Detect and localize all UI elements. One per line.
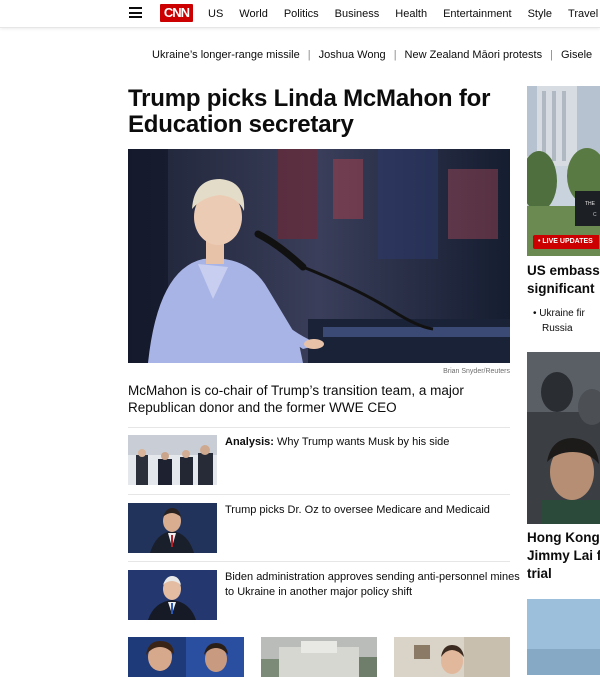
- thumbnail-image: [261, 637, 377, 677]
- headline-line: US embass: [527, 263, 600, 278]
- lead-subheadline[interactable]: McMahon is co-chair of Trump’s transitio…: [128, 382, 510, 416]
- sign-text: THE: [585, 201, 596, 207]
- ticker-separator: |: [550, 49, 553, 61]
- nav-link-world[interactable]: World: [239, 8, 268, 20]
- photo-credit: Brian Snyder/Reuters: [443, 368, 510, 375]
- story-title: Biden administration approves sending an…: [225, 571, 520, 598]
- thumbnail-image: [128, 503, 217, 553]
- divider: [128, 494, 510, 495]
- ticker-item[interactable]: Joshua Wong: [319, 49, 386, 61]
- live-updates-badge: • LIVE UPDATES: [533, 235, 599, 249]
- story-title: Why Trump wants Musk by his side: [276, 436, 450, 448]
- ticker-item[interactable]: Ukraine’s longer-range missile: [152, 49, 300, 61]
- right-story-headline[interactable]: US embass significant: [527, 262, 600, 298]
- nav-link-entertainment[interactable]: Entertainment: [443, 8, 511, 20]
- sign-text: C: [593, 212, 597, 218]
- nav-link-politics[interactable]: Politics: [284, 8, 319, 20]
- nav-link-travel[interactable]: Travel: [568, 8, 598, 20]
- right-story-headline[interactable]: Hong Kong Jimmy Lai f trial: [527, 529, 600, 583]
- thumbnail-image: [527, 352, 600, 524]
- bottom-story-thumbnail[interactable]: [261, 637, 377, 677]
- section-links: US World Politics Business Health Entert…: [208, 0, 600, 27]
- headline-line: significant: [527, 281, 595, 296]
- ticker-item[interactable]: New Zealand Māori protests: [405, 49, 543, 61]
- story-title: Trump picks Dr. Oz to oversee Medicare a…: [225, 504, 490, 516]
- hamburger-menu-icon[interactable]: [129, 7, 142, 18]
- story-headline[interactable]: Trump picks Dr. Oz to oversee Medicare a…: [225, 503, 521, 518]
- bullet-line: Russia: [542, 323, 573, 334]
- story-headline[interactable]: Biden administration approves sending an…: [225, 570, 521, 600]
- thumbnail-image: [394, 637, 510, 677]
- nav-link-style[interactable]: Style: [528, 8, 552, 20]
- ticker-separator: |: [307, 49, 311, 61]
- thumbnail-image: [128, 435, 217, 485]
- thumbnail-image: THE C: [527, 86, 600, 256]
- bottom-story-thumbnail[interactable]: [394, 637, 510, 677]
- right-story-image[interactable]: [527, 599, 600, 675]
- thumbnail-image: [128, 637, 244, 677]
- nav-link-us[interactable]: US: [208, 8, 223, 20]
- right-story-image[interactable]: THE C: [527, 86, 600, 256]
- right-story-image[interactable]: [527, 352, 600, 524]
- headline-line: trial: [527, 566, 552, 581]
- nav-link-business[interactable]: Business: [335, 8, 380, 20]
- divider: [128, 561, 510, 562]
- thumbnail-image: [128, 570, 217, 620]
- headline-line: Jimmy Lai f: [527, 548, 600, 563]
- bullet-text: Ukraine fir: [539, 308, 585, 319]
- top-navigation-bar: CNN US World Politics Business Health En…: [0, 0, 600, 28]
- lead-hero-image[interactable]: [128, 149, 510, 363]
- story-label: Analysis:: [225, 436, 274, 448]
- nav-link-health[interactable]: Health: [395, 8, 427, 20]
- list-item[interactable]: Biden administration approves sending an…: [128, 570, 520, 620]
- list-item[interactable]: Analysis: Why Trump wants Musk by his si…: [128, 435, 520, 485]
- thumbnail-image: [527, 599, 600, 675]
- bottom-story-thumbnail[interactable]: [128, 637, 244, 677]
- story-headline[interactable]: Analysis: Why Trump wants Musk by his si…: [225, 435, 521, 450]
- trending-ticker: Ukraine’s longer-range missile | Joshua Wo…: [152, 49, 592, 61]
- lead-headline[interactable]: Trump picks Linda McMahon for Education …: [128, 86, 513, 138]
- ticker-item[interactable]: Gisele: [561, 49, 592, 61]
- bullet-line: • Ukraine fir: [533, 308, 585, 319]
- divider: [128, 427, 510, 428]
- ticker-separator: |: [393, 49, 397, 61]
- story-thumbnail: [128, 503, 217, 553]
- headline-line: Hong Kong: [527, 530, 600, 545]
- right-story-bullet[interactable]: • Ukraine fir Russia: [533, 306, 600, 336]
- story-thumbnail: [128, 570, 217, 620]
- cnn-logo[interactable]: CNN: [160, 4, 193, 22]
- hero-photo-illustration: [128, 149, 510, 363]
- list-item[interactable]: Trump picks Dr. Oz to oversee Medicare a…: [128, 503, 520, 553]
- story-thumbnail: [128, 435, 217, 485]
